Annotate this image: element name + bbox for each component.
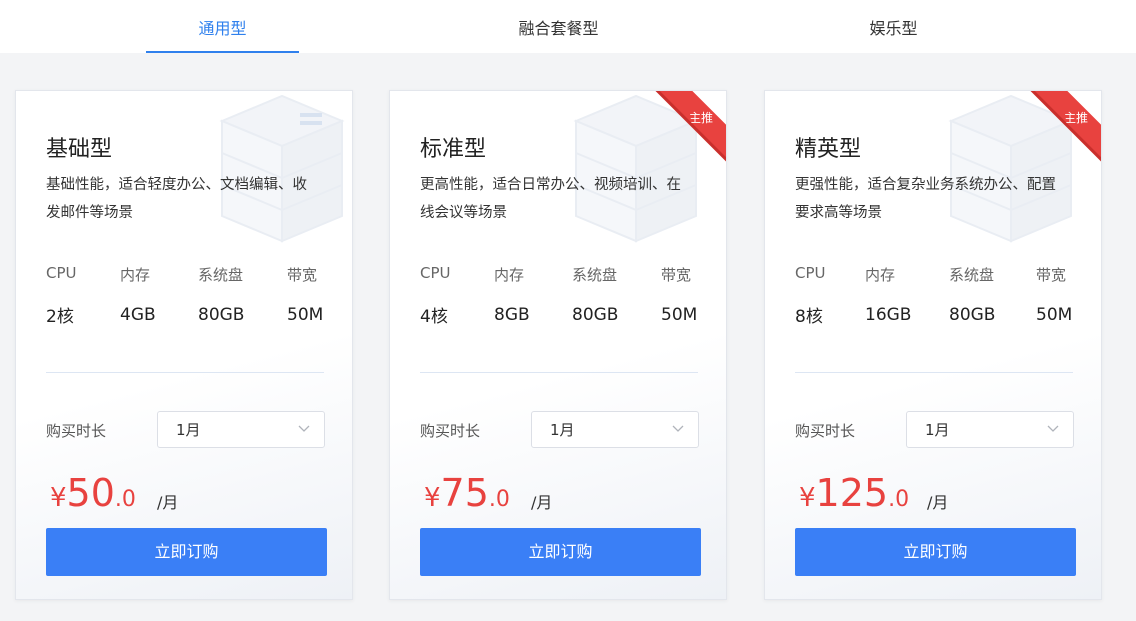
spec-value: 2核: [46, 307, 74, 327]
duration-value: 1月: [925, 421, 950, 439]
price-currency: ¥: [424, 483, 441, 513]
buy-now-button[interactable]: 立即订购: [46, 528, 327, 576]
spec-label: 带宽: [1036, 266, 1067, 284]
duration-select[interactable]: 1月: [906, 411, 1074, 448]
spec-bandwidth: 带宽 50M: [287, 264, 323, 325]
spec-label: 内存: [494, 266, 525, 284]
spec-memory: 内存 8GB: [494, 264, 530, 325]
plan-description: 更高性能，适合日常办公、视频培训、在线会议等场景: [420, 177, 681, 221]
spec-label: 带宽: [661, 266, 692, 284]
duration-label: 购买时长: [420, 422, 481, 440]
plan-type-tabs: 通用型 融合套餐型 娱乐型: [0, 0, 1136, 53]
spec-cpu: CPU 4核: [420, 264, 451, 327]
spec-label: 系统盘: [572, 266, 618, 284]
tab-entertainment[interactable]: 娱乐型: [817, 0, 970, 53]
spec-bandwidth: 带宽 50M: [1036, 264, 1072, 325]
plan-card-basic: 基础型 基础性能，适合轻度办公、文档编辑、收发邮件等场景 CPU 2核 内存 4…: [15, 90, 353, 600]
duration-value: 1月: [550, 421, 575, 439]
spec-label: CPU: [420, 264, 451, 282]
duration-value: 1月: [176, 421, 201, 439]
duration-select[interactable]: 1月: [531, 411, 699, 448]
spec-label: 内存: [865, 266, 896, 284]
spec-disk: 系统盘 80GB: [572, 264, 618, 325]
chevron-down-icon: [298, 425, 310, 432]
buy-now-button[interactable]: 立即订购: [795, 528, 1076, 576]
price: ¥50.0: [50, 471, 136, 515]
spec-disk: 系统盘 80GB: [198, 264, 244, 325]
spec-label: CPU: [46, 264, 77, 282]
spec-memory: 内存 16GB: [865, 264, 911, 325]
spec-disk: 系统盘 80GB: [949, 264, 995, 325]
plan-title: 基础型: [46, 137, 113, 162]
active-tab-indicator: [146, 51, 299, 53]
tab-general[interactable]: 通用型: [146, 0, 299, 53]
price: ¥75.0: [424, 471, 510, 515]
spec-memory: 内存 4GB: [120, 264, 156, 325]
spec-value: 8GB: [494, 305, 530, 325]
price-currency: ¥: [799, 483, 816, 513]
duration-label: 购买时长: [46, 422, 107, 440]
spec-bandwidth: 带宽 50M: [661, 264, 697, 325]
chevron-down-icon: [1047, 425, 1059, 432]
spec-value: 4核: [420, 307, 448, 327]
ribbon-label: 主推: [1063, 110, 1089, 125]
spec-value: 50M: [661, 305, 698, 325]
spec-label: 系统盘: [198, 266, 244, 284]
plan-title: 标准型: [420, 137, 487, 162]
price-decimal: .0: [114, 487, 136, 512]
price-integer: 125: [815, 471, 889, 515]
tab-combo-package[interactable]: 融合套餐型: [482, 0, 635, 53]
plan-card-standard: 主推 标准型 更高性能，适合日常办公、视频培训、在线会议等场景 CPU 4核 内…: [389, 90, 727, 600]
spec-label: 带宽: [287, 266, 318, 284]
spec-value: 4GB: [120, 305, 156, 325]
chevron-down-icon: [672, 425, 684, 432]
spec-cpu: CPU 8核: [795, 264, 826, 327]
price-decimal: .0: [888, 487, 910, 512]
spec-label: 系统盘: [949, 266, 995, 284]
plan-description: 基础性能，适合轻度办公、文档编辑、收发邮件等场景: [46, 177, 307, 221]
price-unit: /月: [157, 493, 179, 512]
spec-value: 8核: [795, 307, 823, 327]
divider: [46, 372, 324, 373]
divider: [795, 372, 1073, 373]
spec-value: 16GB: [865, 305, 912, 325]
price-integer: 75: [440, 471, 489, 515]
plan-description: 更强性能，适合复杂业务系统办公、配置要求高等场景: [795, 177, 1056, 221]
price: ¥125.0: [799, 471, 909, 515]
price-unit: /月: [927, 493, 949, 512]
price-integer: 50: [66, 471, 115, 515]
spec-label: 内存: [120, 266, 151, 284]
plan-card-elite: 主推 精英型 更强性能，适合复杂业务系统办公、配置要求高等场景 CPU 8核 内…: [764, 90, 1102, 600]
price-decimal: .0: [488, 487, 510, 512]
spec-value: 50M: [1036, 305, 1073, 325]
duration-label: 购买时长: [795, 422, 856, 440]
spec-value: 80GB: [572, 305, 619, 325]
plan-title: 精英型: [795, 137, 862, 162]
duration-select[interactable]: 1月: [157, 411, 325, 448]
spec-value: 80GB: [198, 305, 245, 325]
spec-value: 50M: [287, 305, 324, 325]
ribbon-label: 主推: [688, 110, 714, 125]
spec-label: CPU: [795, 264, 826, 282]
spec-value: 80GB: [949, 305, 996, 325]
price-unit: /月: [531, 493, 553, 512]
spec-cpu: CPU 2核: [46, 264, 77, 327]
divider: [420, 372, 698, 373]
buy-now-button[interactable]: 立即订购: [420, 528, 701, 576]
price-currency: ¥: [50, 483, 67, 513]
